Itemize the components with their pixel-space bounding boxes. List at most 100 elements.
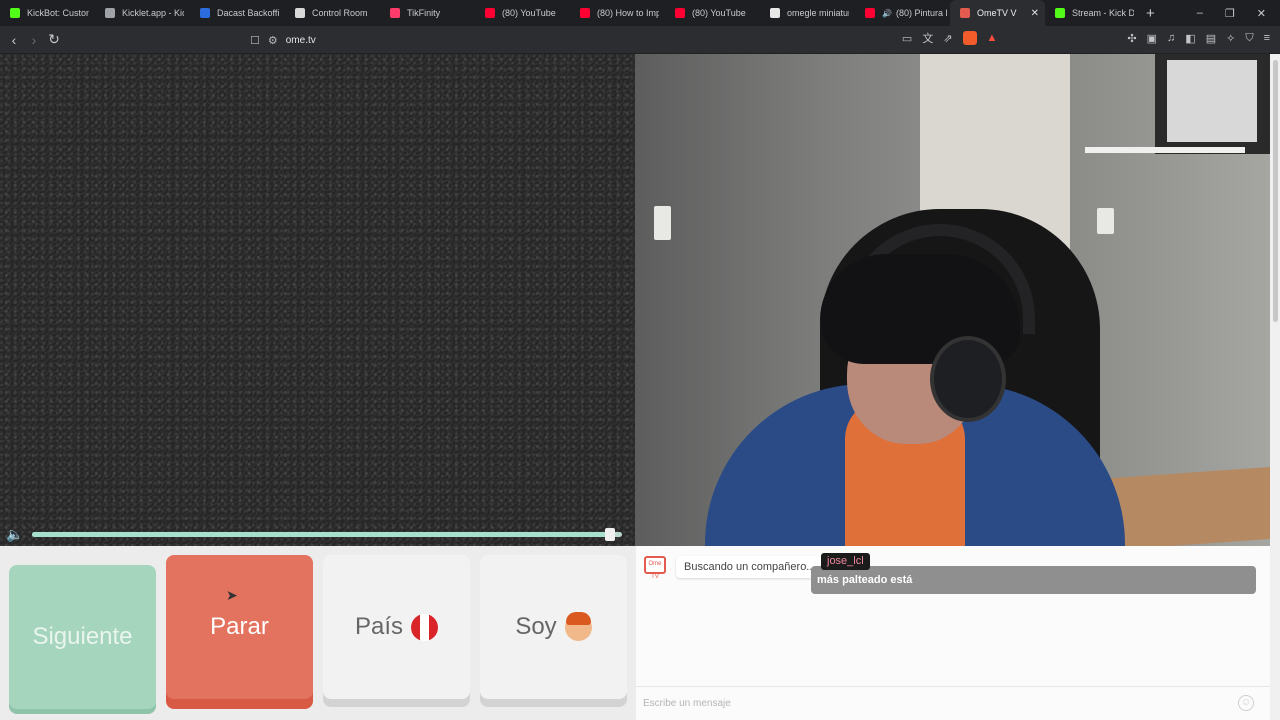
tab-favicon-icon	[580, 8, 590, 18]
browser-tab[interactable]: OmeTV V ✕	[950, 0, 1045, 26]
tab-list: KickBot: Customiz Kicklet.app - Kick Dacas…	[0, 0, 1140, 26]
background-window-glass	[1167, 60, 1257, 142]
chat-input-placeholder: Escribe un mensaje	[643, 698, 731, 709]
tab-close-icon[interactable]: ✕	[1031, 8, 1039, 19]
local-webcam-video	[635, 54, 1270, 546]
close-window-button[interactable]: ✕	[1257, 7, 1266, 20]
back-icon[interactable]: ‹	[4, 32, 24, 48]
browser-tab[interactable]: 🔊 (80) Pintura l	[855, 0, 950, 26]
browser-tab[interactable]: (80) YouTube	[475, 0, 570, 26]
reload-icon[interactable]: ↻	[44, 31, 64, 48]
maximize-button[interactable]: ❐	[1225, 7, 1235, 20]
volume-control: 🔈	[0, 523, 635, 546]
volume-slider-handle[interactable]	[605, 528, 616, 541]
emoji-icon[interactable]: ☺	[1238, 695, 1254, 711]
tab-favicon-icon	[1055, 8, 1065, 18]
tab-favicon-icon	[770, 8, 780, 18]
menu-icon[interactable]: ≡	[1264, 32, 1270, 44]
tab-favicon-icon	[865, 8, 875, 18]
headset-earcup	[930, 336, 1006, 422]
screenshot-icon[interactable]: ▣	[1147, 32, 1157, 45]
volume-slider[interactable]	[32, 528, 622, 541]
browser-tab[interactable]: Dacast Backoffice	[190, 0, 285, 26]
tab-favicon-icon	[390, 8, 400, 18]
vpn-icon[interactable]: ⛉	[1245, 32, 1253, 45]
mouse-cursor-icon: ➤	[226, 587, 238, 603]
tab-label: Dacast Backoffice	[217, 8, 279, 18]
cast-icon[interactable]: ▭	[902, 32, 912, 45]
peru-flag-icon	[411, 613, 439, 641]
boy-emoji-icon	[564, 611, 592, 641]
background-shelf	[1085, 147, 1245, 153]
tab-label: Stream - Kick Da	[1072, 8, 1134, 18]
next-button-label: Siguiente	[32, 623, 133, 650]
minimize-button[interactable]: –	[1197, 7, 1203, 19]
volume-slider-fill	[32, 532, 611, 537]
chat-message: más palteado está	[811, 566, 1256, 594]
bookmark-icon[interactable]: ☐	[250, 34, 260, 47]
chat-input[interactable]: Escribe un mensaje ☺	[636, 686, 1270, 720]
tab-label: OmeTV V	[977, 8, 1017, 18]
share-icon[interactable]: ⇗	[943, 32, 952, 45]
gender-button[interactable]: Soy	[480, 555, 627, 699]
tab-label: Kicklet.app - Kick	[122, 8, 184, 18]
brave-shield-icon[interactable]	[962, 31, 977, 45]
stop-button-label: Parar	[210, 613, 269, 640]
tab-favicon-icon	[960, 8, 970, 18]
browser-tab[interactable]: TikFinity	[380, 0, 475, 26]
browser-tab[interactable]: omegle miniatura	[760, 0, 855, 26]
window-controls: – ❐ ✕	[1197, 0, 1280, 26]
tab-label: TikFinity	[407, 8, 441, 18]
tab-label: (80) How to Impo	[597, 8, 659, 18]
page-content: 🔈 Siguiente Parar País Soy ➤ Ome TV Busc…	[0, 54, 1280, 720]
tab-label: Control Room	[312, 8, 368, 18]
browser-tab[interactable]: KickBot: Customiz	[0, 0, 95, 26]
chat-panel: Ome TV Buscando un compañero... más palt…	[636, 546, 1270, 720]
next-button[interactable]: Siguiente	[9, 565, 156, 709]
forward-icon[interactable]: ›	[24, 32, 44, 48]
chat-message-text: más palteado está	[817, 574, 913, 586]
translate-icon[interactable]: 文	[922, 30, 933, 46]
light-switch	[654, 206, 671, 240]
tab-favicon-icon	[200, 8, 210, 18]
extensions-icon[interactable]: ✣	[1127, 32, 1136, 45]
tab-favicon-icon	[675, 8, 685, 18]
browser-tab[interactable]: (80) YouTube	[665, 0, 760, 26]
tab-favicon-icon	[295, 8, 305, 18]
rewards-icon[interactable]: ▲	[987, 32, 998, 44]
browser-tab[interactable]: (80) How to Impo	[570, 0, 665, 26]
speaker-icon[interactable]: 🔈	[6, 526, 23, 543]
tab-label: (80) Pintura l	[895, 8, 948, 18]
light-switch	[1097, 208, 1114, 234]
tab-label: (80) YouTube	[692, 8, 746, 18]
site-info-icon[interactable]: ⚙	[268, 34, 278, 47]
tab-label: omegle miniatura	[787, 8, 849, 18]
sidebar-icon[interactable]: ◧	[1185, 32, 1195, 45]
country-button[interactable]: País	[323, 555, 470, 699]
gender-button-label: Soy	[515, 613, 557, 640]
wallet-icon[interactable]: ▤	[1206, 32, 1216, 45]
stop-button[interactable]: Parar	[166, 555, 313, 699]
tab-label: (80) YouTube	[502, 8, 556, 18]
browser-tab[interactable]: Control Room	[285, 0, 380, 26]
tab-label: KickBot: Customiz	[27, 8, 89, 18]
browser-tab[interactable]: Kicklet.app - Kick	[95, 0, 190, 26]
chat-username[interactable]: jose_lcl	[821, 553, 870, 570]
address-bar[interactable]: ☐ ⚙ ome.tv	[250, 30, 316, 50]
browser-tab[interactable]: Stream - Kick Da	[1045, 0, 1140, 26]
tab-favicon-icon	[10, 8, 20, 18]
ometv-logo-icon: Ome TV	[644, 556, 666, 580]
toolbar-actions: ▭ 文 ⇗ ▲ ✣ ▣ ♫ ◧ ▤ ✧ ⛉ ≡	[902, 30, 1270, 46]
page-scrollbar[interactable]	[1270, 54, 1280, 720]
url-text: ome.tv	[285, 34, 316, 46]
media-icon[interactable]: ♫	[1167, 32, 1175, 44]
browser-toolbar: ‹ › ↻ ☐ ⚙ ome.tv ▭ 文 ⇗ ▲ ✣ ▣ ♫ ◧ ▤ ✧ ⛉ ≡	[0, 26, 1280, 54]
tab-favicon-icon	[105, 8, 115, 18]
new-tab-button[interactable]: +	[1146, 5, 1155, 22]
tab-strip: KickBot: Customiz Kicklet.app - Kick Dacas…	[0, 0, 1280, 26]
scrollbar-thumb[interactable]	[1273, 60, 1278, 322]
tab-favicon-icon	[485, 8, 495, 18]
tab-audio-icon[interactable]: 🔊	[882, 9, 892, 18]
remote-video: 🔈	[0, 54, 635, 546]
leo-icon[interactable]: ✧	[1226, 32, 1235, 45]
